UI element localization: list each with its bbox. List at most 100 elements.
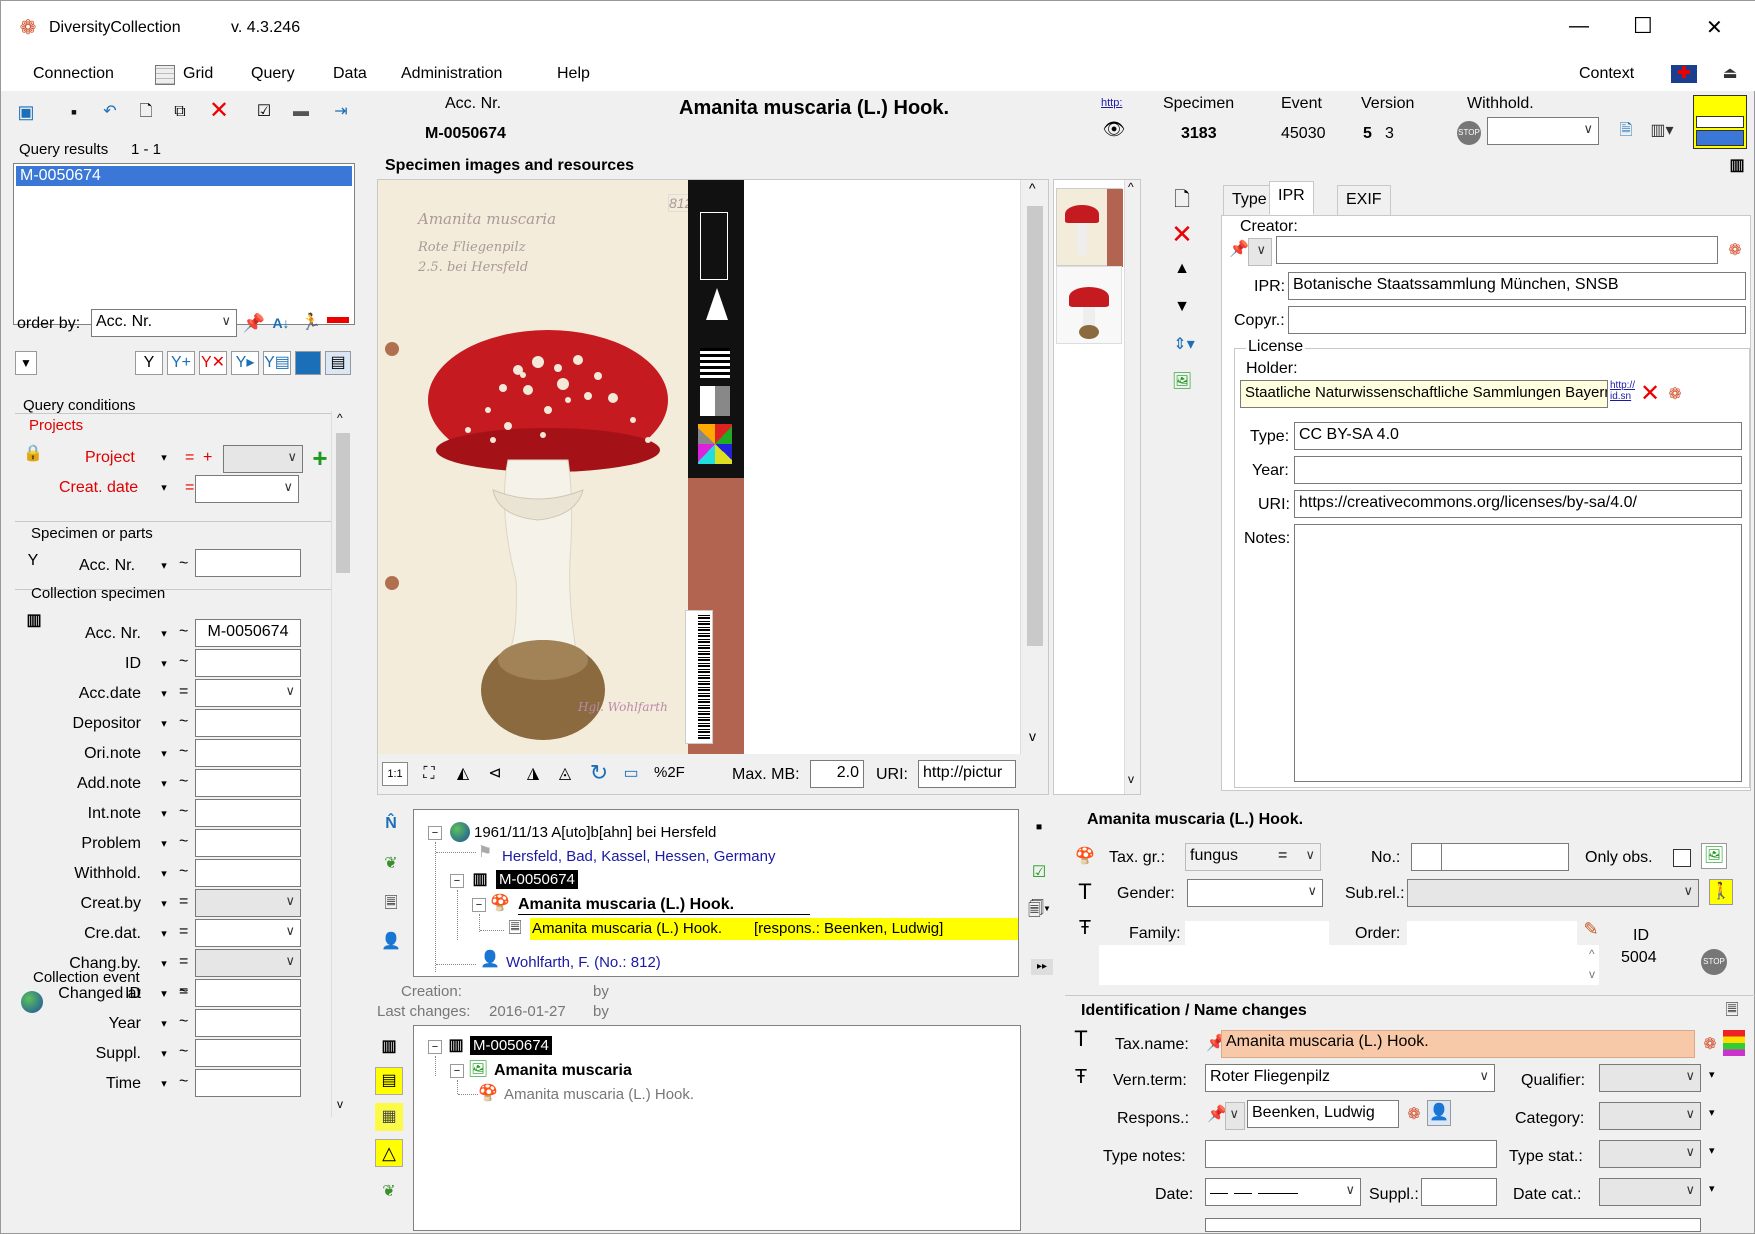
menu-connection[interactable]: Connection [33, 65, 114, 83]
filter-list-icon[interactable]: Y▤ [263, 351, 291, 375]
respons-person-icon[interactable]: 👤 [1427, 1100, 1451, 1126]
sub-rel-dropdown[interactable] [1407, 879, 1699, 907]
tree-specimen[interactable]: M-0050674 [496, 870, 578, 889]
tax-name-lookup-icon[interactable]: ❁ [1699, 1034, 1721, 1056]
undo-icon[interactable]: ↶ [99, 101, 121, 123]
copyr-input[interactable] [1288, 306, 1746, 334]
ipr-input[interactable]: Botanische Staatssammlung München, SNSB [1288, 272, 1746, 300]
flip-v-icon[interactable]: ⊲ [482, 762, 508, 786]
ident-doc-icon[interactable]: 🗏 [1721, 1000, 1743, 1022]
tax-name-input[interactable]: Amanita muscaria (L.) Hook. [1221, 1030, 1695, 1058]
event-condition-input[interactable] [195, 1009, 301, 1037]
condition-op-dropdown[interactable]: ▾ [155, 865, 173, 883]
qualifier-more[interactable]: ▾ [1709, 1068, 1715, 1081]
image-viewer[interactable]: Amanita muscaria Rote Fliegenpilz 2.5. b… [377, 179, 1049, 795]
import-icon[interactable]: ⇥ [329, 101, 353, 123]
label-print-icon[interactable] [1693, 95, 1747, 149]
query-results-list[interactable]: M-0050674 [13, 163, 355, 325]
event-condition-op-dropdown[interactable]: ▾ [155, 1075, 173, 1093]
eye-icon[interactable]: 👁 [1103, 120, 1126, 138]
event-condition-op-dropdown[interactable]: ▾ [155, 985, 173, 1003]
creator-input[interactable] [1276, 236, 1718, 264]
suppl-input[interactable] [1421, 1178, 1497, 1206]
no-input[interactable] [1441, 843, 1569, 871]
vern-dropdown[interactable]: Roter Fliegenpilz [1205, 1064, 1495, 1092]
rows-icon[interactable]: ▤ [325, 351, 351, 375]
license-uri-input[interactable]: https://creativecommons.org/licenses/by-… [1294, 490, 1742, 518]
exit-icon[interactable]: ⏏ [1719, 63, 1741, 85]
no-prefix-input[interactable] [1411, 843, 1443, 871]
menu-administration[interactable]: Administration [401, 65, 502, 83]
parts-tree[interactable]: − ▥ M-0050674 − 🖼 Amanita muscaria 🍄 Ama… [413, 1025, 1021, 1231]
filter-remove-icon[interactable]: Y✕ [199, 351, 227, 375]
edit-icon[interactable]: ✎ [1581, 917, 1601, 941]
relation-icon[interactable]: 🚶 [1709, 879, 1733, 905]
collapse-icon[interactable]: ▼ [15, 351, 37, 375]
condition-op-dropdown[interactable]: ▾ [155, 775, 173, 793]
check-icon[interactable]: ☑ [253, 101, 275, 123]
image-icon[interactable]: 🖼 [1171, 371, 1193, 393]
condition-op-dropdown[interactable]: ▾ [155, 685, 173, 703]
creator-op-dropdown[interactable] [1248, 238, 1272, 266]
expand-taxon-icon[interactable]: − [472, 898, 486, 912]
window-icon[interactable]: ▭ [618, 762, 644, 786]
sort-icon[interactable]: ⇕▾ [1169, 335, 1199, 355]
event-condition-input[interactable] [195, 979, 301, 1007]
thumbnail-2[interactable] [1056, 266, 1122, 344]
condition-input[interactable] [195, 859, 301, 887]
image-thumbnail-list[interactable]: ^ v [1053, 179, 1141, 795]
menu-data[interactable]: Data [333, 65, 367, 83]
specimen-tree[interactable]: − 1961/11/13 A[uto]b[ahn] bei Hersfeld ⚑… [413, 809, 1019, 977]
creator-lookup-icon[interactable]: ❁ [1724, 240, 1746, 262]
respons-pin-icon[interactable]: 📌 [1207, 1102, 1227, 1128]
thumbnail-scrollbar[interactable]: ^ v [1124, 180, 1140, 794]
condition-input[interactable] [195, 709, 301, 737]
part-tree-ident[interactable]: Amanita muscaria (L.) Hook. [504, 1086, 694, 1103]
ident-notes-input[interactable] [1205, 1218, 1701, 1232]
minimize-button[interactable]: — [1569, 15, 1589, 38]
condition-input[interactable] [195, 799, 301, 827]
sort-az-icon[interactable]: A↓ [269, 311, 293, 335]
part-tree-specimen[interactable]: M-0050674 [470, 1036, 552, 1055]
parts-leaf-icon[interactable]: ❦ [375, 1179, 403, 1205]
pin-icon[interactable]: 📌 [243, 311, 265, 335]
tree-save-icon[interactable]: ▪ [1027, 815, 1051, 839]
tree-event[interactable]: 1961/11/13 A[uto]b[ahn] bei Hersfeld [474, 824, 716, 841]
tree-check-icon[interactable]: ☑ [1027, 861, 1051, 885]
creat-date-input[interactable] [195, 475, 299, 503]
order-by-dropdown[interactable]: Acc. Nr. [91, 309, 237, 337]
filter-add-icon[interactable]: Y+ [167, 351, 195, 375]
respons-input[interactable]: Beenken, Ludwig [1247, 1100, 1399, 1128]
date-cat-dropdown[interactable] [1599, 1178, 1701, 1206]
save-icon[interactable]: ▪ [63, 101, 85, 123]
condition-input[interactable] [195, 649, 301, 677]
spec-acc-nr-input[interactable] [195, 549, 301, 577]
withhold-dropdown[interactable] [1487, 117, 1599, 145]
condition-input[interactable] [195, 889, 301, 917]
date-input[interactable] [1205, 1178, 1361, 1206]
parts-grid-icon[interactable]: ▦ [375, 1103, 403, 1131]
tax-gr-dropdown[interactable]: fungus = [1185, 843, 1321, 871]
add-project-icon[interactable]: + [309, 445, 331, 471]
unit-image-icon[interactable]: 🖼 [1701, 843, 1727, 869]
license-type-input[interactable]: CC BY-SA 4.0 [1294, 422, 1742, 450]
tree-collapse-icon[interactable]: ▸▸ [1031, 959, 1053, 975]
menu-query[interactable]: Query [251, 65, 295, 83]
open-icon[interactable]: ▣ [15, 101, 37, 123]
event-condition-op-dropdown[interactable]: ▾ [155, 1045, 173, 1063]
qualifier-dropdown[interactable] [1599, 1064, 1701, 1092]
type-notes-input[interactable] [1205, 1140, 1497, 1168]
delete-icon[interactable]: ✕ [207, 99, 231, 123]
filter-next-icon[interactable]: Y▸ [231, 351, 259, 375]
condition-op-dropdown[interactable]: ▾ [155, 895, 173, 913]
condition-op-dropdown[interactable]: ▾ [155, 955, 173, 973]
condition-op-dropdown[interactable]: ▾ [155, 715, 173, 733]
category-dropdown[interactable] [1599, 1102, 1701, 1130]
tab-type[interactable]: Type [1223, 185, 1276, 215]
query-conditions-scrollbar[interactable]: ^ v [331, 411, 353, 1117]
expand-specimen-icon[interactable]: − [450, 874, 464, 888]
condition-op-dropdown[interactable]: ▾ [155, 835, 173, 853]
condition-input[interactable] [195, 829, 301, 857]
rotate-left-icon[interactable]: ◮ [520, 762, 546, 786]
expand-part-specimen-icon[interactable]: − [428, 1040, 442, 1054]
